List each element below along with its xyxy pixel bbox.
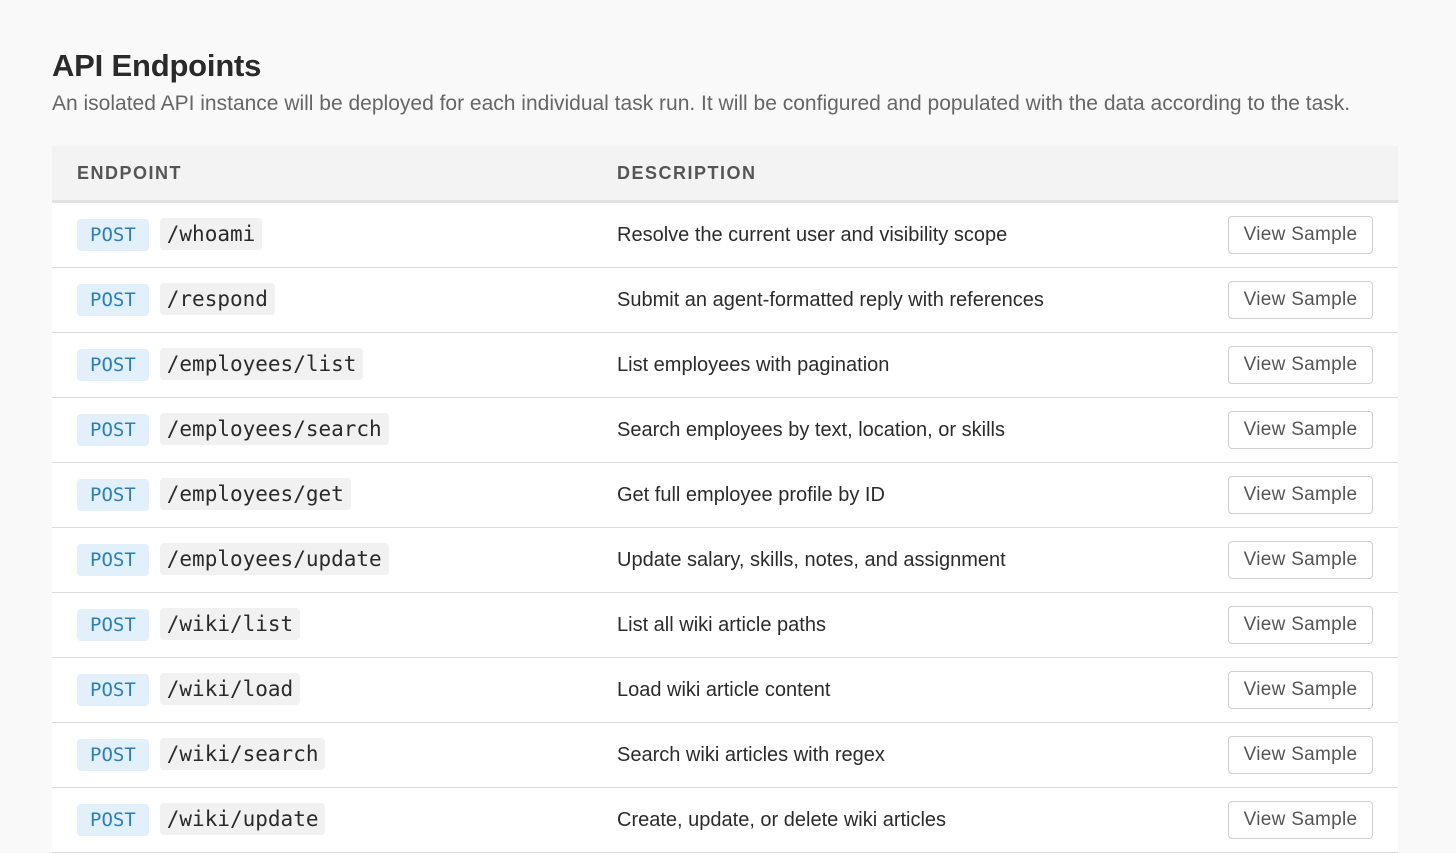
endpoint-path: /whoami	[159, 218, 263, 250]
table-row: POST /employees/list List employees with…	[52, 333, 1398, 398]
endpoint-path: /wiki/update	[159, 803, 326, 835]
endpoint-cell: POST /wiki/update	[52, 803, 592, 836]
page-subtitle: An isolated API instance will be deploye…	[52, 92, 1351, 115]
table-row: POST /employees/get Get full employee pr…	[52, 463, 1398, 528]
action-cell: View Sample	[1198, 541, 1398, 579]
page-title: API Endpoints	[52, 48, 262, 83]
table-row: POST /respond Submit an agent-formatted …	[52, 268, 1398, 333]
endpoint-description: Resolve the current user and visibility …	[617, 223, 1008, 246]
table-row: POST /whoami Resolve the current user an…	[52, 203, 1398, 268]
endpoint-cell: POST /wiki/search	[52, 738, 592, 771]
endpoint-cell: POST /employees/get	[52, 478, 592, 511]
action-cell: View Sample	[1198, 346, 1398, 384]
view-sample-button[interactable]: View Sample	[1228, 671, 1373, 709]
table-row: POST /employees/search Search employees …	[52, 398, 1398, 463]
view-sample-button[interactable]: View Sample	[1228, 606, 1373, 644]
endpoint-path: /employees/list	[159, 348, 364, 380]
endpoint-description: Load wiki article content	[617, 678, 831, 701]
view-sample-button[interactable]: View Sample	[1228, 346, 1373, 384]
method-badge: POST	[77, 674, 149, 706]
endpoint-cell: POST /employees/search	[52, 413, 592, 446]
endpoint-path: /employees/search	[159, 413, 389, 445]
view-sample-button[interactable]: View Sample	[1228, 411, 1373, 449]
endpoint-description: Create, update, or delete wiki articles	[617, 808, 947, 831]
endpoints-table: ENDPOINT DESCRIPTION POST /whoami Resolv…	[52, 146, 1398, 853]
endpoint-path: /employees/update	[159, 543, 389, 575]
endpoint-description: List employees with pagination	[617, 353, 890, 376]
view-sample-button[interactable]: View Sample	[1228, 736, 1373, 774]
action-cell: View Sample	[1198, 281, 1398, 319]
endpoint-path: /employees/get	[159, 478, 351, 510]
view-sample-button[interactable]: View Sample	[1228, 801, 1373, 839]
action-cell: View Sample	[1198, 801, 1398, 839]
view-sample-button[interactable]: View Sample	[1228, 216, 1373, 254]
endpoint-description: Search employees by text, location, or s…	[617, 418, 1005, 441]
column-header-endpoint: ENDPOINT	[77, 162, 183, 183]
method-badge: POST	[77, 479, 149, 511]
table-row: POST /wiki/update Create, update, or del…	[52, 788, 1398, 853]
table-row: POST /wiki/load Load wiki article conten…	[52, 658, 1398, 723]
endpoint-description: Get full employee profile by ID	[617, 483, 885, 506]
endpoint-description: Submit an agent-formatted reply with ref…	[617, 288, 1044, 311]
action-cell: View Sample	[1198, 216, 1398, 254]
method-badge: POST	[77, 349, 149, 381]
endpoint-description: Search wiki articles with regex	[617, 743, 885, 766]
table-row: POST /wiki/list List all wiki article pa…	[52, 593, 1398, 658]
action-cell: View Sample	[1198, 671, 1398, 709]
endpoint-path: /respond	[159, 283, 275, 315]
endpoint-cell: POST /respond	[52, 283, 592, 316]
view-sample-button[interactable]: View Sample	[1228, 541, 1373, 579]
endpoint-description: Update salary, skills, notes, and assign…	[617, 548, 1006, 571]
view-sample-button[interactable]: View Sample	[1228, 476, 1373, 514]
method-badge: POST	[77, 219, 149, 251]
method-badge: POST	[77, 414, 149, 446]
api-endpoints-page: API Endpoints An isolated API instance w…	[52, 46, 1398, 853]
endpoint-path: /wiki/load	[159, 673, 301, 705]
endpoint-description: List all wiki article paths	[617, 613, 826, 636]
endpoint-cell: POST /whoami	[52, 218, 592, 251]
endpoint-path: /wiki/list	[159, 608, 301, 640]
endpoint-cell: POST /wiki/load	[52, 673, 592, 706]
endpoint-cell: POST /wiki/list	[52, 608, 592, 641]
action-cell: View Sample	[1198, 411, 1398, 449]
action-cell: View Sample	[1198, 476, 1398, 514]
method-badge: POST	[77, 804, 149, 836]
endpoint-cell: POST /employees/list	[52, 348, 592, 381]
action-cell: View Sample	[1198, 606, 1398, 644]
method-badge: POST	[77, 739, 149, 771]
method-badge: POST	[77, 284, 149, 316]
method-badge: POST	[77, 544, 149, 576]
table-row: POST /employees/update Update salary, sk…	[52, 528, 1398, 593]
endpoint-path: /wiki/search	[159, 738, 326, 770]
column-header-description: DESCRIPTION	[617, 162, 757, 183]
table-header: ENDPOINT DESCRIPTION	[52, 146, 1398, 203]
view-sample-button[interactable]: View Sample	[1228, 281, 1373, 319]
action-cell: View Sample	[1198, 736, 1398, 774]
endpoint-cell: POST /employees/update	[52, 543, 592, 576]
table-row: POST /wiki/search Search wiki articles w…	[52, 723, 1398, 788]
method-badge: POST	[77, 609, 149, 641]
